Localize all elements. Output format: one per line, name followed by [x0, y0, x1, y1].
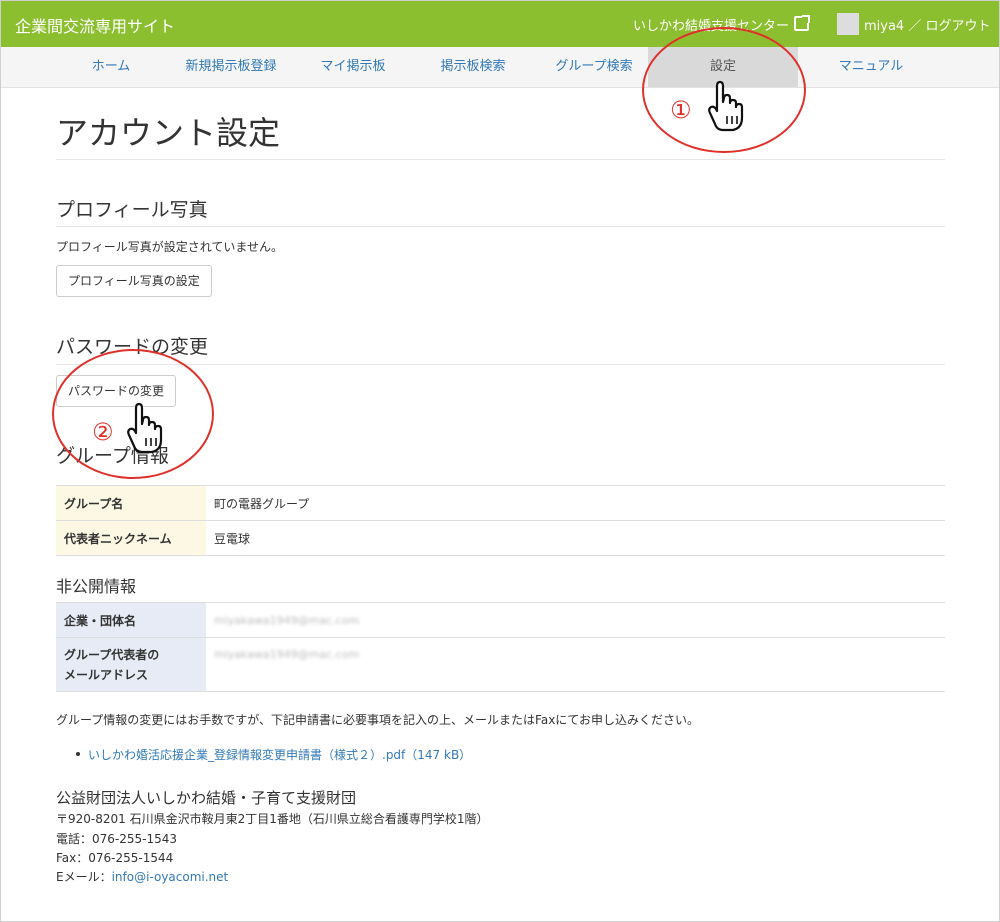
user-name: miya4: [864, 19, 905, 34]
title-divider: [56, 159, 945, 160]
application-form-size: （147 kB）: [405, 748, 472, 762]
company-name-blurred: miyakawa1949@mac.com: [214, 614, 360, 627]
set-profile-photo-button[interactable]: プロフィール写真の設定: [56, 265, 212, 297]
company-name-value: miyakawa1949@mac.com: [206, 602, 945, 638]
group-name-value: 町の電器グループ: [206, 485, 945, 521]
page-title: アカウント設定: [56, 114, 281, 152]
footer-email-link[interactable]: info@i-oyacomi.net: [112, 870, 229, 884]
nav-item-my-board[interactable]: マイ掲示板: [303, 47, 403, 87]
representative-email-label-line2: メールアドレス: [64, 667, 149, 682]
group-name-label: グループ名: [56, 485, 206, 521]
external-link-icon: [794, 15, 811, 31]
representative-email-blurred: miyakawa1949@mac.com: [214, 648, 360, 661]
pointer-hand-icon: [708, 80, 744, 132]
avatar: [837, 13, 859, 35]
representative-email-label-line1: グループ代表者の: [64, 647, 160, 662]
main-nav: ホーム 新規掲示板登録 マイ掲示板 掲示板検索 グループ検索 設定 マニュアル: [1, 47, 999, 88]
list-bullet: [76, 752, 80, 756]
step-2-marker: ②: [92, 418, 114, 446]
password-divider: [56, 364, 945, 365]
nav-item-board-search[interactable]: 掲示板検索: [421, 47, 525, 87]
table-row: グループ名 町の電器グループ: [56, 485, 945, 521]
pointer-hand-icon: [127, 402, 163, 454]
footer-organization: 公益財団法人いしかわ結婚・子育て支援財団: [56, 789, 357, 807]
representative-nickname-label: 代表者ニックネーム: [56, 520, 206, 556]
footer-fax: Fax：076-255-1544: [56, 851, 174, 865]
change-request-notice: グループ情報の変更にはお手数ですが、下記申請書に必要事項を記入の上、メールまたは…: [56, 713, 699, 727]
nav-item-home[interactable]: ホーム: [61, 47, 161, 87]
footer-address: 〒920-8201 石川県金沢市鞍月東2丁目1番地（石川県立総合看護専門学校1階…: [56, 812, 489, 826]
representative-email-value: miyakawa1949@mac.com: [206, 637, 945, 692]
footer-phone: 電話：076-255-1543: [56, 832, 178, 846]
nav-item-group-search[interactable]: グループ検索: [539, 47, 649, 87]
company-name-label: 企業・団体名: [56, 602, 206, 638]
table-row: グループ代表者の メールアドレス miyakawa1949@mac.com: [56, 637, 945, 692]
footer-email-label: Eメール：: [56, 870, 112, 884]
group-info-table: グループ名 町の電器グループ 代表者ニックネーム 豆電球: [56, 485, 945, 556]
profile-photo-status: プロフィール写真が設定されていません。: [56, 240, 284, 254]
profile-photo-heading: プロフィール写真: [56, 199, 208, 221]
table-row: 企業・団体名 miyakawa1949@mac.com: [56, 602, 945, 638]
logout-link[interactable]: ／ ログアウト: [908, 19, 990, 34]
site-title[interactable]: 企業間交流専用サイト: [15, 13, 175, 37]
step-1-marker: ①: [670, 96, 692, 124]
user-menu: miya4 ／ ログアウト: [864, 15, 991, 34]
profile-divider: [56, 226, 945, 227]
top-header: 企業間交流専用サイト いしかわ結婚支援センター miya4 ／ ログアウト: [1, 1, 999, 47]
nav-item-new-board[interactable]: 新規掲示板登録: [171, 47, 291, 87]
application-form-link[interactable]: いしかわ婚活応援企業_登録情報変更申請書（様式２）.pdf: [88, 748, 405, 762]
representative-email-label: グループ代表者の メールアドレス: [56, 637, 206, 692]
table-row: 代表者ニックネーム 豆電球: [56, 520, 945, 556]
representative-nickname-value: 豆電球: [206, 520, 945, 556]
private-info-table: 企業・団体名 miyakawa1949@mac.com グループ代表者の メール…: [56, 602, 945, 692]
list-item: いしかわ婚活応援企業_登録情報変更申請書（様式２）.pdf（147 kB）: [88, 746, 471, 763]
footer-email: Eメール：info@i-oyacomi.net: [56, 868, 228, 885]
nav-item-manual[interactable]: マニュアル: [819, 47, 923, 87]
private-info-heading: 非公開情報: [56, 577, 137, 596]
